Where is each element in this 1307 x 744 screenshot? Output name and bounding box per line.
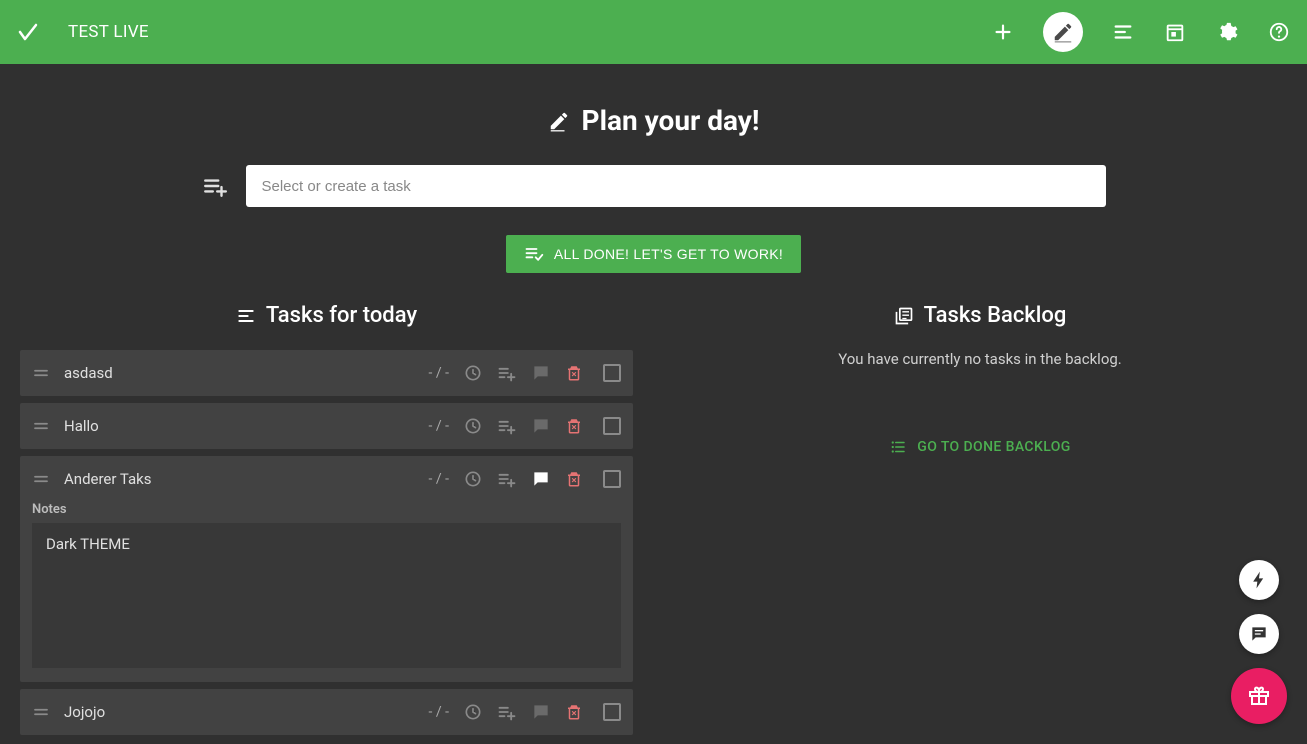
library-icon <box>894 306 914 326</box>
app-header: TEST LIVE <box>0 0 1307 64</box>
task-checkbox[interactable] <box>603 417 621 435</box>
done-button-label: ALL DONE! LET'S GET TO WORK! <box>554 246 783 262</box>
playlist-add-icon[interactable] <box>497 363 517 383</box>
playlist-check-icon <box>524 244 544 264</box>
main-content: Plan your day! ALL DONE! LET'S GET TO WO… <box>0 64 1307 744</box>
drag-handle-icon[interactable] <box>32 703 50 721</box>
task-checkbox[interactable] <box>603 364 621 382</box>
clock-icon[interactable] <box>463 469 483 489</box>
task-list: asdasd - / - <box>20 350 633 735</box>
task-notes-block: Notes Dark THEME <box>20 502 633 682</box>
task-time: - / - <box>429 365 449 381</box>
task-item: Jojojo - / - <box>20 689 633 735</box>
page-heading: Plan your day! <box>20 104 1287 137</box>
task-title: Jojojo <box>64 703 429 721</box>
playlist-add-icon[interactable] <box>497 416 517 436</box>
task-item: Anderer Taks - / - Notes Dark THEME <box>20 456 633 682</box>
list-bullets-icon <box>889 438 907 456</box>
task-time: - / - <box>429 471 449 487</box>
add-task-input[interactable] <box>246 165 1106 207</box>
task-checkbox[interactable] <box>603 470 621 488</box>
playlist-add-icon[interactable] <box>497 702 517 722</box>
delete-icon[interactable] <box>565 470 583 488</box>
task-title: asdasd <box>64 364 429 382</box>
settings-icon[interactable] <box>1215 20 1239 44</box>
playlist-add-icon[interactable] <box>202 173 228 199</box>
go-link-text: GO TO DONE BACKLOG <box>917 439 1070 455</box>
playlist-add-icon[interactable] <box>497 469 517 489</box>
app-logo-icon <box>16 20 40 44</box>
today-heading: Tasks for today <box>20 303 633 328</box>
task-row[interactable]: Hallo - / - <box>20 403 633 449</box>
clock-icon[interactable] <box>463 363 483 383</box>
task-row[interactable]: Anderer Taks - / - <box>20 456 633 502</box>
quick-action-fab[interactable] <box>1239 560 1279 600</box>
backlog-empty-text: You have currently no tasks in the backl… <box>673 350 1287 368</box>
edit-icon <box>548 110 570 132</box>
notes-icon[interactable] <box>531 363 551 383</box>
notes-label: Notes <box>32 502 621 517</box>
backlog-column: Tasks Backlog You have currently no task… <box>673 303 1287 735</box>
go-to-done-backlog-link[interactable]: GO TO DONE BACKLOG <box>889 438 1070 456</box>
notes-icon[interactable] <box>531 416 551 436</box>
today-column: Tasks for today asdasd - / - <box>20 303 633 735</box>
notes-icon[interactable] <box>531 469 551 489</box>
task-checkbox[interactable] <box>603 703 621 721</box>
notes-icon[interactable] <box>531 702 551 722</box>
task-row[interactable]: Jojojo - / - <box>20 689 633 735</box>
header-actions <box>991 12 1291 52</box>
page-heading-text: Plan your day! <box>582 104 760 137</box>
task-row[interactable]: asdasd - / - <box>20 350 633 396</box>
add-icon[interactable] <box>991 20 1015 44</box>
notes-textarea[interactable]: Dark THEME <box>32 523 621 668</box>
feedback-fab[interactable] <box>1239 614 1279 654</box>
delete-icon[interactable] <box>565 364 583 382</box>
task-time: - / - <box>429 418 449 434</box>
task-time: - / - <box>429 704 449 720</box>
task-title: Hallo <box>64 417 429 435</box>
drag-handle-icon[interactable] <box>32 417 50 435</box>
gift-fab[interactable] <box>1231 668 1287 724</box>
backlog-heading: Tasks Backlog <box>673 303 1287 328</box>
backlog-heading-text: Tasks Backlog <box>924 303 1067 328</box>
task-item: asdasd - / - <box>20 350 633 396</box>
list-icon[interactable] <box>1111 20 1135 44</box>
done-button[interactable]: ALL DONE! LET'S GET TO WORK! <box>506 235 801 273</box>
edit-plan-icon[interactable] <box>1043 12 1083 52</box>
delete-icon[interactable] <box>565 703 583 721</box>
fab-stack <box>1231 560 1287 724</box>
drag-handle-icon[interactable] <box>32 470 50 488</box>
today-heading-text: Tasks for today <box>266 303 417 328</box>
add-task-row <box>20 165 1287 207</box>
help-icon[interactable] <box>1267 20 1291 44</box>
list-icon <box>236 306 256 326</box>
task-title: Anderer Taks <box>64 470 429 488</box>
drag-handle-icon[interactable] <box>32 364 50 382</box>
calendar-icon[interactable] <box>1163 20 1187 44</box>
clock-icon[interactable] <box>463 702 483 722</box>
clock-icon[interactable] <box>463 416 483 436</box>
app-title: TEST LIVE <box>68 22 149 42</box>
delete-icon[interactable] <box>565 417 583 435</box>
task-item: Hallo - / - <box>20 403 633 449</box>
